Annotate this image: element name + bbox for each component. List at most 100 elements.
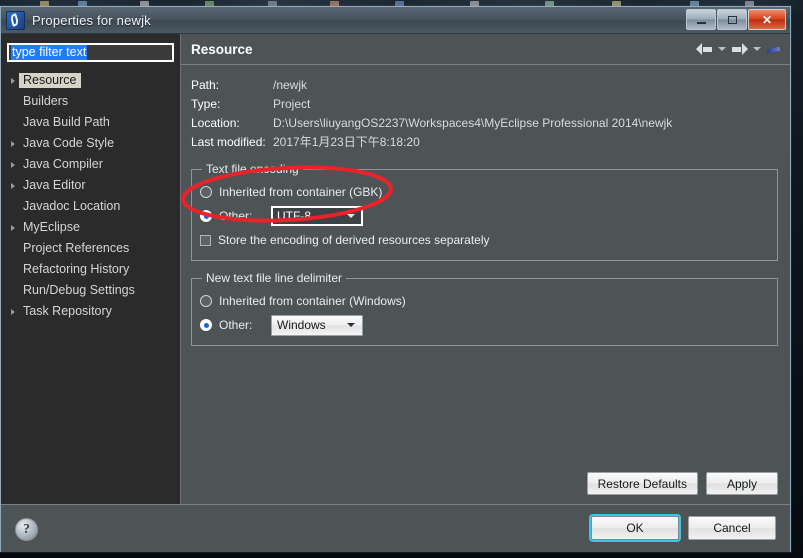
sidebar-item-javadoc-location[interactable]: Javadoc Location [1, 196, 180, 217]
sidebar-item-label: Java Code Style [23, 136, 115, 150]
dialog-body: type filter text Resource Builders Java … [1, 34, 790, 504]
store-encoding-label: Store the encoding of derived resources … [218, 233, 490, 247]
sidebar-item-label: Run/Debug Settings [23, 283, 135, 297]
sidebar-item-builders[interactable]: Builders [1, 91, 180, 112]
sidebar-item-label: MyEclipse [23, 220, 80, 234]
cancel-button[interactable]: Cancel [688, 516, 776, 540]
sidebar-item-resource[interactable]: Resource [1, 70, 180, 91]
close-button[interactable]: ✕ [748, 9, 786, 30]
chevron-right-icon[interactable] [7, 161, 19, 168]
sidebar-item-label: Resource [19, 73, 81, 88]
chevron-right-icon[interactable] [7, 182, 19, 189]
minimize-button[interactable] [686, 9, 716, 30]
title-bar[interactable]: Properties for newjk ✕ [1, 7, 790, 34]
settings-sidebar: type filter text Resource Builders Java … [1, 34, 181, 504]
radio-icon[interactable] [200, 319, 212, 331]
info-row-location: Location: D:\Users\liuyangOS2237\Workspa… [191, 114, 778, 133]
info-row-last-modified: Last modified: 2017年1月23日下午8:18:20 [191, 133, 778, 152]
checkbox-icon[interactable] [200, 234, 211, 246]
chevron-right-icon[interactable] [7, 140, 19, 147]
sidebar-item-refactoring-history[interactable]: Refactoring History [1, 259, 180, 280]
dialog-buttons: OK Cancel [591, 516, 776, 540]
sidebar-item-label: Javadoc Location [23, 199, 121, 213]
radio-icon[interactable] [200, 210, 212, 222]
eclipse-icon [6, 10, 25, 30]
desktop-background: Properties for newjk ✕ type filter text … [0, 0, 803, 558]
text-file-encoding-group: Text file encoding Inherited from contai… [191, 162, 778, 261]
chevron-down-icon[interactable] [753, 47, 761, 51]
page-content: Path: /newjk Type: Project Location: D:\… [181, 65, 790, 346]
sidebar-item-label: Builders [23, 94, 69, 108]
chevron-down-icon[interactable] [347, 323, 355, 327]
sidebar-item-label: Refactoring History [23, 262, 130, 276]
properties-dialog: Properties for newjk ✕ type filter text … [0, 6, 791, 552]
delimiter-other-label: Other: [219, 318, 253, 332]
back-arrow-icon[interactable] [696, 42, 713, 56]
line-delimiter-group: New text file line delimiter Inherited f… [191, 271, 778, 346]
info-label: Path: [191, 78, 220, 92]
info-value: Project [273, 97, 311, 111]
help-icon[interactable]: ? [15, 518, 38, 541]
minimize-icon [696, 21, 706, 24]
encoding-other-label: Other: [219, 209, 253, 223]
delimiter-inherited-radio-row[interactable]: Inherited from container (Windows) [200, 289, 769, 313]
sidebar-item-java-build-path[interactable]: Java Build Path [1, 112, 180, 133]
sidebar-item-java-compiler[interactable]: Java Compiler [1, 154, 180, 175]
encoding-select[interactable]: UTF-8 [271, 206, 363, 226]
search-input[interactable]: type filter text [11, 45, 88, 60]
chevron-right-icon[interactable] [7, 308, 19, 315]
delimiter-other-radio-row[interactable]: Other: Windows [200, 313, 769, 337]
page-header: Resource [181, 34, 790, 65]
settings-page: Resource Path: /newjk Type: Project Loca… [181, 34, 790, 504]
group-legend: New text file line delimiter [206, 271, 343, 285]
sidebar-item-project-references[interactable]: Project References [1, 238, 180, 259]
group-legend: Text file encoding [206, 162, 299, 176]
sidebar-item-label: Task Repository [23, 304, 112, 318]
sidebar-item-java-code-style[interactable]: Java Code Style [1, 133, 180, 154]
sidebar-item-run-debug-settings[interactable]: Run/Debug Settings [1, 280, 180, 301]
window-title: Properties for newjk [32, 12, 151, 28]
info-value: /newjk [273, 78, 308, 92]
info-label: Type: [191, 97, 221, 111]
dialog-footer: ? OK Cancel [1, 504, 790, 552]
apply-button[interactable]: Apply [706, 472, 778, 495]
filter-input-wrap[interactable]: type filter text [7, 43, 174, 62]
chevron-right-icon[interactable] [7, 77, 19, 84]
page-nav [696, 42, 783, 56]
encoding-other-radio-row[interactable]: Other: UTF-8 [200, 204, 769, 228]
delimiter-select[interactable]: Windows [271, 314, 363, 336]
info-row-path: Path: /newjk [191, 76, 778, 95]
delimiter-inherited-label: Inherited from container (Windows) [219, 294, 406, 308]
info-label: Last modified: [191, 135, 266, 149]
encoding-inherited-radio-row[interactable]: Inherited from container (GBK) [200, 180, 769, 204]
sidebar-item-java-editor[interactable]: Java Editor [1, 175, 180, 196]
chevron-down-icon[interactable] [718, 47, 726, 51]
info-label: Location: [191, 116, 240, 130]
settings-tree: Resource Builders Java Build Path Java C… [1, 68, 180, 322]
chevron-right-icon[interactable] [7, 224, 19, 231]
restore-defaults-button[interactable]: Restore Defaults [586, 472, 698, 495]
page-title: Resource [191, 41, 253, 57]
forward-arrow-icon[interactable] [731, 42, 748, 56]
encoding-inherited-label: Inherited from container (GBK) [219, 185, 383, 199]
sidebar-item-myeclipse[interactable]: MyEclipse [1, 217, 180, 238]
store-encoding-checkbox-row[interactable]: Store the encoding of derived resources … [200, 228, 769, 252]
maximize-icon [727, 15, 737, 24]
ok-button[interactable]: OK [591, 516, 679, 540]
sidebar-item-label: Java Editor [23, 178, 86, 192]
sidebar-item-label: Java Build Path [23, 115, 110, 129]
info-row-type: Type: Project [191, 95, 778, 114]
view-menu-icon[interactable] [766, 43, 783, 56]
radio-icon[interactable] [200, 186, 212, 198]
info-value: D:\Users\liuyangOS2237\Workspaces4\MyEcl… [273, 116, 673, 130]
chevron-down-icon[interactable] [347, 214, 355, 218]
window-controls: ✕ [686, 9, 786, 30]
radio-icon[interactable] [200, 295, 212, 307]
sidebar-item-label: Java Compiler [23, 157, 103, 171]
sidebar-item-label: Project References [23, 241, 130, 255]
encoding-select-value: UTF-8 [277, 209, 311, 223]
sidebar-item-task-repository[interactable]: Task Repository [1, 301, 180, 322]
info-value: 2017年1月23日下午8:18:20 [273, 135, 420, 149]
maximize-button[interactable] [717, 9, 747, 30]
page-action-buttons: Restore Defaults Apply [586, 472, 778, 495]
